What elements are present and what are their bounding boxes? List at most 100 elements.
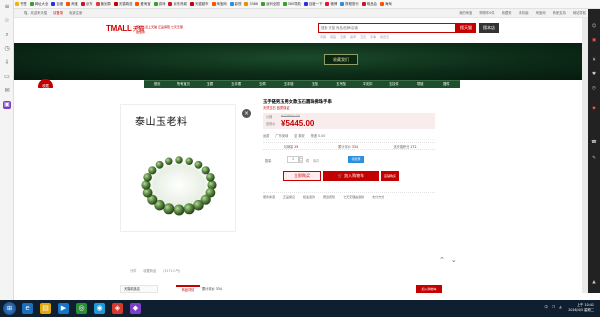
taobao-link[interactable]: 淘宝网 — [536, 11, 546, 15]
add-to-cart-button[interactable]: 🛒 加入购物车 — [323, 171, 379, 181]
register-link[interactable]: 免费注册 — [69, 11, 82, 15]
hot-word-link[interactable]: 项链 — [330, 35, 336, 39]
bookmark-item[interactable]: 百度 — [50, 0, 65, 8]
bookmark-item[interactable]: 网址大全 — [29, 0, 51, 8]
media-player-icon[interactable]: ▶ — [58, 303, 69, 314]
bookmark-item[interactable]: 天猫超市 — [189, 0, 211, 8]
history-float-icon[interactable]: ◷ — [590, 85, 598, 93]
hot-word-link[interactable]: 和田玉 — [380, 35, 389, 39]
shop-menu-item[interactable]: 项链 — [407, 81, 433, 88]
app-red-icon[interactable]: ◈ — [112, 303, 123, 314]
history-icon[interactable]: ◷ — [3, 45, 11, 53]
app-icon[interactable]: ▣ — [3, 101, 11, 109]
ie-icon[interactable]: e — [22, 303, 33, 314]
bookmark-item[interactable]: 天猫精选 — [113, 0, 135, 8]
tab-detail[interactable]: 商品详情 — [176, 285, 200, 293]
favorite-item-link[interactable]: 收藏商品 — [143, 269, 156, 273]
bookmark-item[interactable]: 淘宝 — [65, 0, 80, 8]
coupon-button[interactable]: 领优惠 — [348, 156, 364, 163]
site-map-link[interactable]: 网站导航 — [573, 11, 586, 15]
quantity-stepper[interactable]: ▴ ▾ — [299, 156, 303, 163]
service-icon[interactable]: ☎ — [590, 139, 598, 147]
hot-word-link[interactable]: 手镯 — [320, 35, 326, 39]
shop-menu-item[interactable]: 玉坠 — [302, 81, 328, 88]
cart-float-icon[interactable]: ▣ — [590, 37, 598, 45]
network-icon[interactable]: ❒ — [552, 305, 555, 309]
promise-item[interactable]: 赠运费险 — [323, 195, 335, 199]
search-tmall-button[interactable]: 搜天猫 — [456, 23, 476, 33]
browser-icon[interactable]: ◎ — [76, 303, 87, 314]
promise-item[interactable]: 七天无理由退换 — [343, 195, 364, 199]
banner-favorite-button[interactable]: 收藏我们 — [324, 54, 358, 65]
shop-menu-item[interactable]: 玉手镯 — [223, 81, 249, 88]
promise-item[interactable]: 支付方式 — [372, 195, 384, 199]
tab-shop[interactable]: 天猫精选店 — [120, 285, 158, 293]
quantity-input[interactable]: 1 — [287, 156, 299, 163]
chat-icon[interactable]: ▭ — [3, 73, 11, 81]
star-icon[interactable]: ☆ — [3, 17, 11, 25]
bookmark-item[interactable]: 携程旅行 — [339, 0, 361, 8]
bookmark-item[interactable]: 聚划算 — [95, 0, 113, 8]
search-input[interactable] — [319, 24, 419, 31]
shop-menu-item[interactable]: 摆件 — [433, 81, 459, 88]
folder-icon[interactable]: ▤ — [40, 303, 51, 314]
asset-icon[interactable]: ¥ — [590, 57, 598, 65]
close-icon[interactable]: × — [242, 109, 251, 118]
my-taobao-link[interactable]: 我的淘宝 — [459, 11, 472, 15]
shop-menu-item[interactable]: 玉手链 — [275, 81, 301, 88]
promise-item[interactable]: 极速退款 — [303, 195, 315, 199]
hot-word-link[interactable]: 玉石 — [360, 35, 366, 39]
volume-icon[interactable]: ◭ — [559, 305, 562, 309]
share-link[interactable]: 分享 — [130, 269, 136, 273]
bookmark-item[interactable]: 爱淘宝 — [134, 0, 152, 8]
bookmark-item[interactable]: 返利全国 — [260, 0, 282, 8]
start-button[interactable]: ⊞ — [3, 302, 16, 315]
bookmark-item[interactable]: 淘宝网 — [211, 0, 229, 8]
mobile-link[interactable]: 手机版 — [519, 11, 529, 15]
coupon-float-icon[interactable]: ◆ — [590, 105, 598, 113]
clock[interactable]: 上午 10:41 2016/4/5 星期二 — [568, 303, 594, 313]
chevron-up-icon[interactable]: ⌃ — [439, 256, 445, 264]
search-icon[interactable]: ⌕ — [3, 31, 11, 39]
bookmark-item[interactable]: 百度一下 — [303, 0, 325, 8]
tab-add-cart-button[interactable]: 加入购物车 — [416, 285, 442, 293]
chevron-down-icon[interactable]: ⌄ — [451, 256, 457, 264]
bookmark-item[interactable]: 京东 — [80, 0, 95, 8]
shop-buy-button[interactable]: 店铺购买 — [381, 171, 399, 181]
bookmark-item[interactable]: 微博 — [324, 0, 339, 8]
buy-now-button[interactable]: 立即购买 — [283, 171, 321, 181]
shop-menu-item[interactable]: 首页 — [144, 81, 170, 88]
bookmark-item[interactable]: 海淘 — [379, 0, 394, 8]
bookmark-item[interactable]: 360导航 — [282, 0, 303, 8]
back-to-top-icon[interactable]: ▲ — [590, 279, 598, 287]
shop-menu-item[interactable]: 玉佩 — [249, 81, 275, 88]
bookmark-item[interactable]: 唯品会 — [361, 0, 379, 8]
favorite-float-icon[interactable]: ♥ — [590, 71, 598, 79]
ship-to[interactable]: 至 泰安 — [294, 134, 305, 138]
shop-menu-item[interactable]: 玉吊坠 — [328, 81, 354, 88]
qq-icon[interactable]: ◉ — [94, 303, 105, 314]
promise-item[interactable]: 正品保证 — [283, 195, 295, 199]
product-gallery[interactable]: 泰山玉老料 — [120, 104, 236, 232]
bookmark-item[interactable]: 书签 — [14, 0, 29, 8]
bookmark-item[interactable]: 3366 — [243, 0, 260, 8]
ime-icon[interactable]: 中 — [544, 305, 548, 309]
cart-link[interactable]: 购物车0件 — [479, 11, 494, 15]
shop-menu-item[interactable]: 所有宝贝 — [170, 81, 196, 88]
shop-menu-item[interactable]: 平安扣 — [354, 81, 380, 88]
bookmark-item[interactable]: 影视 — [229, 0, 244, 8]
search-shop-button[interactable]: 搜本店 — [479, 23, 499, 33]
hot-word-link[interactable]: 玉佩 — [340, 35, 346, 39]
feedback-icon[interactable]: ✎ — [590, 155, 598, 163]
app-purple-icon[interactable]: ◆ — [130, 303, 141, 314]
hot-word-link[interactable]: 翡翠 — [350, 35, 356, 39]
merchant-link[interactable]: 商家支持 — [553, 11, 566, 15]
favorites-link[interactable]: 收藏夹 — [502, 11, 512, 15]
shop-menu-item[interactable]: 玉挂件 — [381, 81, 407, 88]
tab-review[interactable]: 累计评价 334 — [202, 286, 222, 291]
login-link[interactable]: 请登录 — [53, 11, 63, 15]
shop-menu-item[interactable]: 玉镯 — [197, 81, 223, 88]
download-icon[interactable]: ⇩ — [3, 59, 11, 67]
menu-icon[interactable]: ≡ — [3, 3, 11, 11]
bookmark-item[interactable]: 游戏 — [153, 0, 168, 8]
